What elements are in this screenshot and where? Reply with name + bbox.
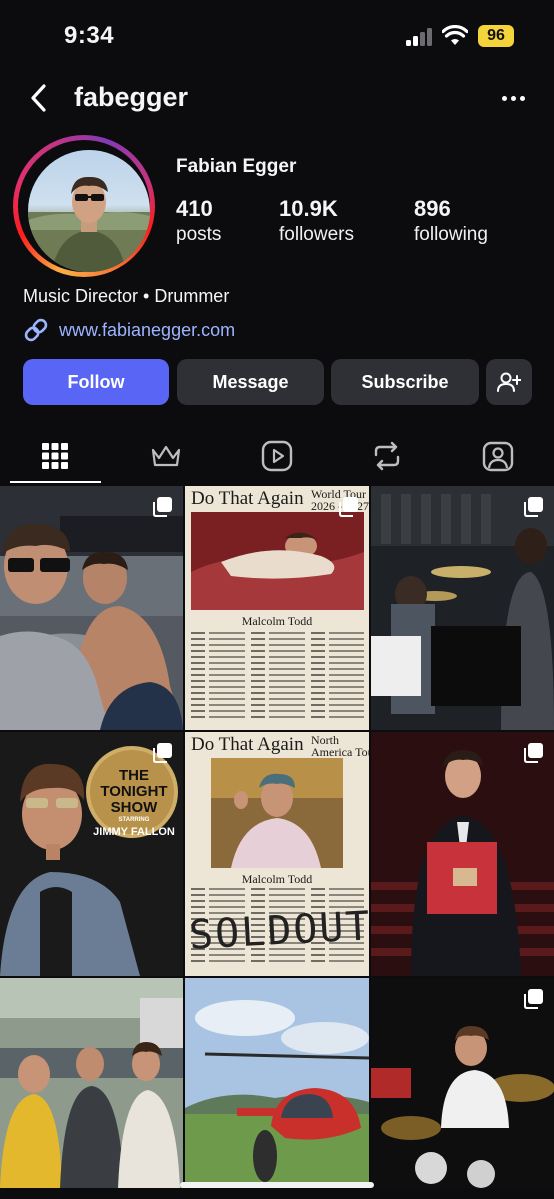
poster-title: Do That Again: [191, 734, 304, 755]
carousel-icon: [524, 743, 543, 763]
follow-button[interactable]: Follow: [23, 359, 169, 405]
profile-link[interactable]: www.fabianegger.com: [23, 317, 235, 343]
subscribe-button[interactable]: Subscribe: [331, 359, 479, 405]
tab-reposts[interactable]: [337, 430, 437, 482]
tonight-show-logo: THE TONIGHT SHOW STARRING JIMMY FALLON: [93, 767, 175, 839]
profile-header: fabegger: [0, 72, 554, 124]
message-button[interactable]: Message: [177, 359, 324, 405]
cellular-signal-icon: [406, 28, 434, 46]
reels-icon: [261, 440, 293, 472]
tab-subscriptions[interactable]: [116, 430, 216, 482]
profile-username: fabegger: [74, 82, 189, 112]
posts-label: posts: [176, 224, 222, 245]
soldout-stamp: SOLDOUT: [187, 903, 369, 959]
display-name: Fabian Egger: [176, 156, 297, 177]
wifi-icon: [442, 25, 468, 45]
following-label: following: [414, 224, 488, 245]
following-count[interactable]: 896 following: [414, 196, 488, 248]
profile-tabs: [0, 430, 554, 484]
crown-icon: [151, 445, 181, 467]
tour-dates: [191, 632, 364, 722]
grid-icon: [42, 443, 68, 469]
post-tour-poster-north-america[interactable]: Do That Again North America Tour 2026 Ma…: [185, 732, 369, 976]
home-indicator[interactable]: [180, 1182, 374, 1188]
poster-photo: [191, 512, 364, 610]
more-options-icon[interactable]: [498, 86, 530, 110]
reposts-icon: [374, 441, 400, 471]
post-tour-poster-world[interactable]: Do That Again World Tour 2026 - 2027 Mal…: [185, 486, 369, 730]
post-tonight-show[interactable]: THE TONIGHT SHOW STARRING JIMMY FALLON: [0, 732, 183, 976]
carousel-icon: [524, 989, 543, 1009]
followers-label: followers: [279, 224, 354, 245]
following-value: 896: [414, 196, 451, 221]
carousel-icon: [524, 497, 543, 517]
battery-indicator: 96: [478, 25, 514, 47]
poster-photo: [211, 758, 343, 868]
link-icon: [24, 318, 48, 342]
active-tab-indicator: [10, 481, 101, 483]
back-icon[interactable]: [26, 82, 54, 114]
link-text[interactable]: www.fabianegger.com: [59, 320, 235, 341]
status-time: 9:34: [64, 22, 115, 49]
followers-count[interactable]: 10.9K followers: [279, 196, 354, 248]
post-studio-band[interactable]: [371, 486, 554, 730]
poster-artist: Malcolm Todd: [241, 614, 313, 628]
carousel-icon: [153, 497, 172, 517]
post-selfie-rooftop[interactable]: [0, 486, 183, 730]
followers-value: 10.9K: [279, 196, 338, 221]
post-helicopter[interactable]: [185, 978, 369, 1188]
poster-artist: Malcolm Todd: [241, 872, 313, 886]
carousel-icon: [339, 497, 358, 517]
post-band-outdoor[interactable]: [0, 978, 183, 1188]
story-ring[interactable]: [13, 135, 155, 277]
tagged-icon: [482, 441, 514, 472]
avatar[interactable]: [28, 150, 150, 272]
tab-tagged[interactable]: [448, 430, 548, 482]
add-person-icon: [497, 372, 521, 392]
post-jimmy-fallon-record[interactable]: [371, 732, 554, 976]
posts-value: 410: [176, 196, 213, 221]
post-drummer[interactable]: [371, 978, 554, 1188]
profile-screen: 9:34 96 fabegger Fabian Egger 410 posts …: [0, 0, 554, 1199]
posts-count[interactable]: 410 posts: [176, 196, 221, 248]
bio: Music Director • Drummer: [23, 286, 230, 306]
suggested-users-button[interactable]: [486, 359, 532, 405]
status-bar: 9:34 96: [0, 0, 554, 70]
tab-reels[interactable]: [227, 430, 327, 482]
tab-posts-grid[interactable]: [5, 430, 105, 482]
poster-title: Do That Again: [191, 488, 304, 509]
carousel-icon: [153, 743, 172, 763]
